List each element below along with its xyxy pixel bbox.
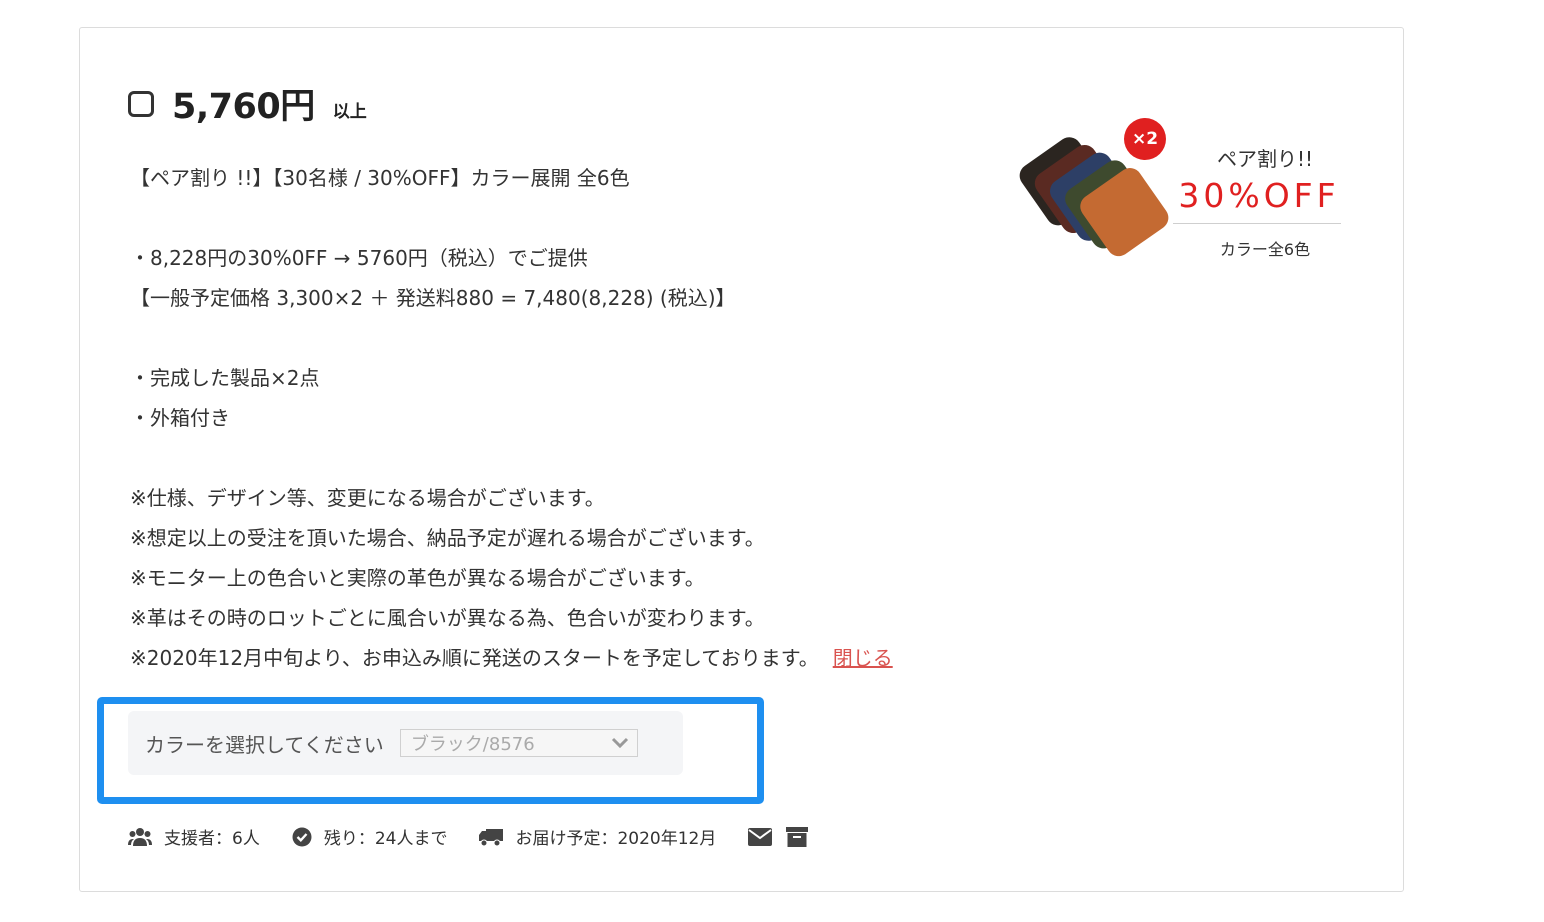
users-icon [128, 827, 152, 846]
stat-delivery: お届け予定：2020年12月 [479, 824, 716, 849]
description-note: ※仕様、デザイン等、変更になる場合がございます。 [130, 486, 605, 510]
promo-discount: 30%OFF [1178, 176, 1340, 215]
promo-image: ×2 ペア割り!! 30%OFF カラー全6色 [1005, 113, 1345, 283]
promo-title: ペア割り!! [1216, 147, 1314, 171]
promo-divider [1173, 223, 1341, 224]
reward-description: 【ペア割り !!】【30名様 / 30%OFF】カラー展開 全6色 ・8,228… [130, 158, 1010, 678]
description-note: ※想定以上の受注を頂いた場合、納品予定が遅れる場合がございます。 [130, 526, 765, 550]
description-price-breakdown: 【一般予定価格 3,300×2 ＋ 発送料880 = 7,480(8,228) … [130, 286, 736, 310]
description-note: ※2020年12月中旬より、お申込み順に発送のスタートを予定しております。 [130, 646, 819, 670]
promo-subtitle: カラー全6色 [1219, 240, 1311, 259]
truck-icon [479, 828, 504, 846]
mail-icon[interactable] [748, 827, 773, 846]
reward-stats: 支援者：6人 残り：24人まで お届け予定：2020年12月 [128, 824, 822, 849]
price-row: 5,760円 以上 [128, 78, 367, 129]
reward-checkbox[interactable] [128, 90, 154, 117]
stat-delivery-text: お届け予定：2020年12月 [515, 829, 717, 849]
price-suffix: 以上 [332, 102, 367, 122]
description-note: ※モニター上の色合いと実際の革色が異なる場合がございます。 [130, 566, 705, 590]
stat-backers-text: 支援者：6人 [164, 829, 260, 849]
reward-card: 5,760円 以上 【ペア割り !!】【30名様 / 30%OFF】カラー展開 … [79, 27, 1404, 892]
description-item: ・外箱付き [130, 406, 230, 430]
check-circle-icon [292, 827, 312, 846]
archive-box-icon[interactable] [786, 826, 809, 847]
close-link[interactable]: 閉じる [833, 646, 893, 670]
promo-badge: ×2 [1124, 118, 1166, 160]
color-select-highlight [97, 697, 764, 804]
description-offer-line: ・8,228円の30%0FF → 5760円（税込）でご提供 [130, 246, 588, 270]
description-headline: 【ペア割り !!】【30名様 / 30%OFF】カラー展開 全6色 [130, 166, 630, 190]
description-note-last: ※2020年12月中旬より、お申込み順に発送のスタートを予定しております。 閉じる [130, 638, 1010, 678]
description-item: ・完成した製品×2点 [130, 366, 320, 390]
stat-remaining-text: 残り：24人まで [323, 829, 448, 849]
reward-price: 5,760円 [172, 87, 315, 127]
stat-backers: 支援者：6人 [128, 824, 260, 849]
description-note: ※革はその時のロットごとに風合いが異なる為、色合いが変わります。 [130, 606, 765, 630]
stat-remaining: 残り：24人まで [292, 824, 448, 849]
